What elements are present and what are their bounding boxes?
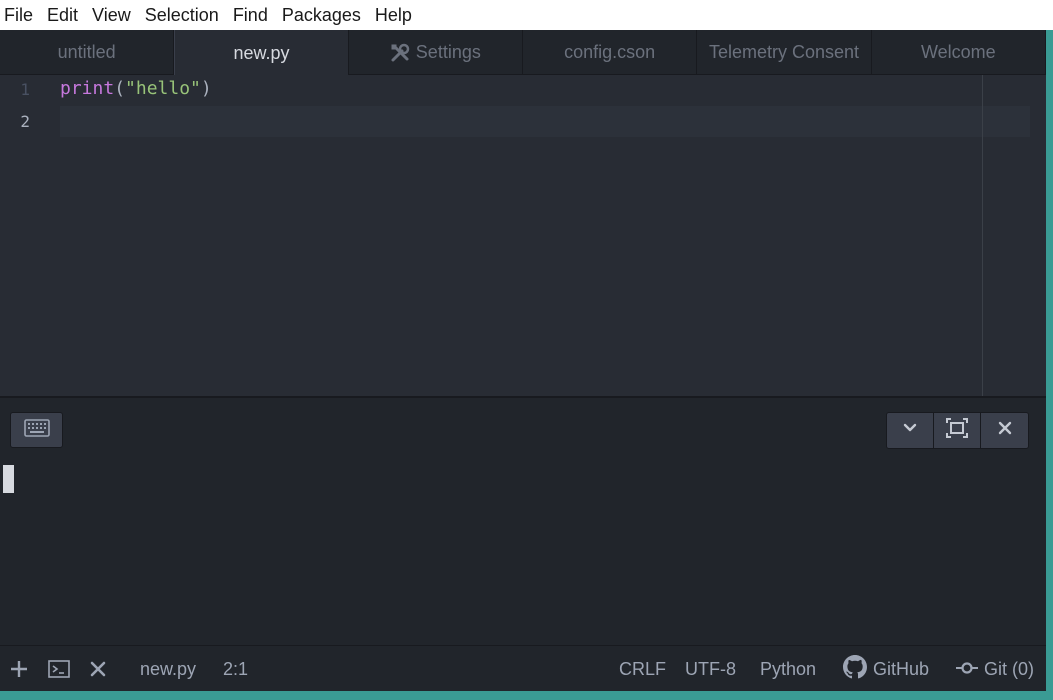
menu-bar: File Edit View Selection Find Packages H… <box>0 0 1053 30</box>
github-icon <box>843 654 867 684</box>
code-paren: ) <box>200 78 212 99</box>
keyboard-icon <box>23 418 50 442</box>
wrap-guide <box>982 75 983 396</box>
menu-view[interactable]: View <box>87 0 136 30</box>
tab-config-cson[interactable]: config.cson <box>523 30 698 75</box>
window-border-right <box>1046 30 1053 700</box>
tab-label: Welcome <box>920 42 996 62</box>
gutter: 1 2 <box>0 75 48 396</box>
menu-file[interactable]: File <box>0 0 38 30</box>
status-git[interactable]: Git (0) <box>956 646 1034 692</box>
close-terminal-button[interactable] <box>981 413 1028 448</box>
tab-label: new.py <box>233 42 290 63</box>
menu-find[interactable]: Find <box>228 0 273 30</box>
tab-label: Settings <box>415 42 481 62</box>
plus-icon[interactable] <box>8 658 30 680</box>
close-icon <box>997 420 1013 441</box>
line-number: 1 <box>20 80 30 99</box>
github-label: GitHub <box>873 658 930 679</box>
tab-new-py[interactable]: new.py <box>174 30 349 76</box>
tab-untitled[interactable]: untitled <box>0 30 175 75</box>
chevron-down-icon <box>902 420 918 441</box>
tab-telemetry-consent[interactable]: Telemetry Consent <box>697 30 872 75</box>
code-function: print <box>60 78 115 99</box>
git-label: Git (0) <box>984 658 1035 679</box>
menu-selection[interactable]: Selection <box>140 0 224 30</box>
terminal-cursor <box>3 465 14 493</box>
tab-label: config.cson <box>564 42 656 62</box>
cursor-line-highlight <box>60 106 1030 137</box>
tab-label: untitled <box>57 42 116 62</box>
close-icon[interactable] <box>87 658 109 680</box>
terminal-panel[interactable] <box>0 398 1046 645</box>
tab-welcome[interactable]: Welcome <box>872 30 1046 75</box>
keyboard-button[interactable] <box>10 412 63 448</box>
tab-settings[interactable]: Settings <box>349 30 523 75</box>
git-commit-icon <box>956 659 978 680</box>
tools-icon <box>390 43 410 63</box>
status-file-name[interactable]: new.py <box>140 646 196 692</box>
status-cursor-position[interactable]: 2:1 <box>223 646 248 692</box>
status-github[interactable]: GitHub <box>843 646 929 692</box>
status-bar: new.py 2:1 CRLF UTF-8 Python GitHub Git … <box>0 645 1046 691</box>
code-line[interactable]: print("hello") <box>60 78 212 99</box>
terminal-icon[interactable] <box>48 658 70 680</box>
line-number: 2 <box>20 112 30 131</box>
menu-packages[interactable]: Packages <box>277 0 366 30</box>
terminal-controls <box>886 412 1029 449</box>
menu-help[interactable]: Help <box>370 0 417 30</box>
code-paren: ( <box>114 78 126 99</box>
editor-pane[interactable]: 1 2 print("hello") <box>0 75 1046 396</box>
tab-label: Telemetry Consent <box>708 42 860 62</box>
maximize-button[interactable] <box>934 413 981 448</box>
status-grammar[interactable]: Python <box>760 646 816 692</box>
status-line-ending[interactable]: CRLF <box>619 646 666 692</box>
window-border-bottom <box>0 691 1046 700</box>
minimize-button[interactable] <box>887 413 934 448</box>
status-encoding[interactable]: UTF-8 <box>685 646 736 692</box>
maximize-icon <box>946 418 968 443</box>
code-string: "hello" <box>125 78 201 99</box>
tab-bar: untitled new.py Settings config.cson Tel… <box>0 30 1046 76</box>
menu-edit[interactable]: Edit <box>42 0 83 30</box>
